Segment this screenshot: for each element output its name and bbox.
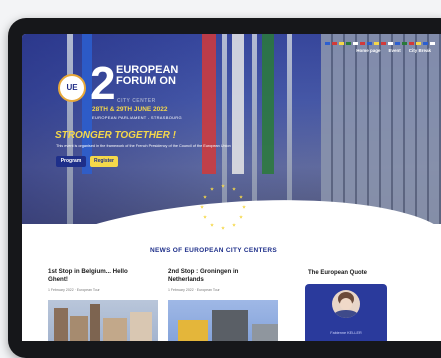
event-description: This event is organised in the framework… (56, 144, 231, 148)
flag (202, 34, 216, 174)
pillar (67, 34, 73, 224)
news-heading: NEWS OF EUROPEAN CITY CENTERS (150, 247, 278, 254)
pillar (287, 34, 292, 224)
quote-section-title: The European Quote (308, 270, 368, 276)
edition-number: 2 (90, 57, 116, 109)
news-card-2-meta: 1 February 2022 · European Tour (168, 288, 220, 292)
pillar (252, 34, 257, 224)
register-button[interactable]: Register (90, 156, 118, 167)
nav-home[interactable]: Home page (356, 48, 380, 53)
slogan: STRONGER TOGETHER ! (55, 130, 176, 141)
news-card-2-image[interactable] (168, 300, 278, 341)
news-card-1-title[interactable]: 1st Stop in Belgium... Hello Ghent! (48, 268, 148, 283)
nav-city-break[interactable]: City Break (409, 48, 431, 53)
forum-logo[interactable]: UE (58, 74, 86, 102)
top-navigation: Home page Event City Break (356, 48, 431, 53)
news-card-2-title[interactable]: 2nd Stop : Groningen in Netherlands (168, 268, 268, 283)
building-facade (321, 34, 441, 224)
event-title: EUROPEAN FORUM ON (116, 65, 216, 87)
logo-text: UE (66, 83, 78, 92)
quote-person-name: Fabienne KELLER (330, 331, 362, 335)
program-button[interactable]: Program (56, 156, 86, 167)
nav-event[interactable]: Event (388, 48, 400, 53)
event-location: EUROPEAN PARLIAMENT - STRASBOURG (92, 115, 182, 120)
quote-card[interactable]: Fabienne KELLER (305, 284, 387, 341)
title-line-2: FORUM ON (116, 75, 176, 87)
news-card-1-meta: 1 February 2022 · European Tour (48, 288, 100, 292)
portrait-avatar (332, 290, 360, 318)
eu-stars-icon (200, 184, 246, 230)
event-subtitle: CITY CENTER (117, 98, 156, 104)
website-screen: Home page Event City Break UE 2 EUROPEAN… (22, 34, 441, 341)
news-card-1-image[interactable] (48, 300, 158, 341)
language-flags[interactable] (325, 42, 435, 45)
flag (262, 34, 274, 174)
event-dates: 28TH & 29TH JUNE 2022 (92, 106, 168, 113)
flag (232, 34, 244, 174)
